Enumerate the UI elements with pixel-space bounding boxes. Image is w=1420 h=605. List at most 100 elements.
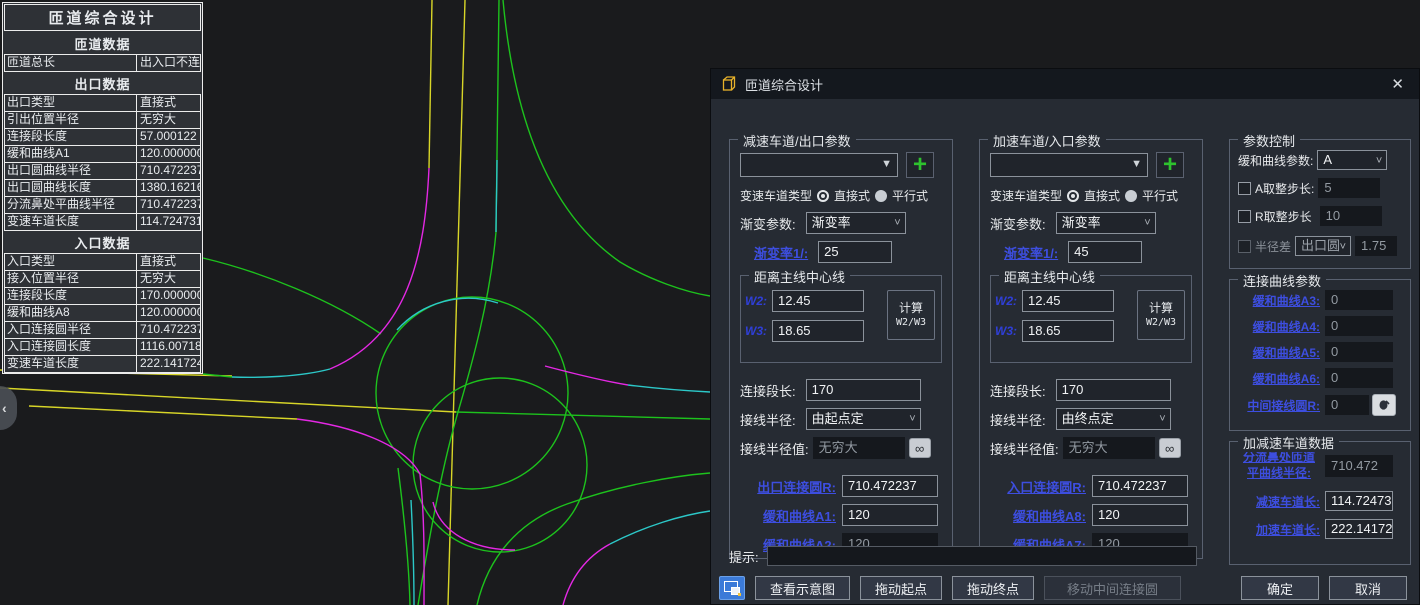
gradient-param-label: 渐变参数: [740, 214, 796, 233]
r-step-checkbox[interactable] [1238, 210, 1251, 223]
infinity-button[interactable]: ∞ [909, 438, 931, 458]
entrance-circle-input[interactable]: 710.472237 [1092, 475, 1188, 497]
plus-icon: + [1163, 153, 1177, 177]
gradient-param-select[interactable]: 渐变率 ˅ [806, 212, 906, 234]
w3-input[interactable]: 18.65 [1022, 320, 1114, 342]
spiral-a1-input[interactable]: 120 [842, 504, 938, 526]
a-step-checkbox[interactable] [1238, 182, 1251, 195]
radius-mode-select[interactable]: 由终点定 ˅ [1056, 408, 1171, 430]
nose-radius-link[interactable]: 分流鼻处匝道平曲线半径: [1238, 450, 1320, 481]
radius-value-label: 接线半径值: [990, 439, 1059, 458]
table-row: 缓和曲线A8120.000000 [5, 305, 200, 322]
nose-radius-input: 710.472 [1325, 455, 1393, 477]
app-cube-icon [721, 76, 737, 92]
infinity-button[interactable]: ∞ [1159, 438, 1181, 458]
spiral-a6-input: 0 [1325, 368, 1393, 388]
cancel-button[interactable]: 取消 [1329, 576, 1407, 600]
spiral-param-select[interactable]: A ˅ [1317, 150, 1387, 170]
section-header-exit: 出口数据 [3, 72, 202, 94]
gradient-param-select[interactable]: 渐变率 ˅ [1056, 212, 1156, 234]
connect-curves-title: 连接曲线参数 [1238, 271, 1326, 290]
radius-mode-label: 接线半径: [740, 410, 796, 429]
spiral-a6-link[interactable]: 缓和曲线A6: [1238, 370, 1320, 387]
decel-panel-title: 减速车道/出口参数 [738, 131, 856, 150]
spiral-a3-input: 0 [1325, 290, 1393, 310]
connect-len-label: 连接段长: [990, 381, 1046, 400]
spiral-a1-link[interactable]: 缓和曲线A1: [740, 506, 836, 525]
close-icon[interactable]: ✕ [1386, 75, 1409, 93]
drag-end-button[interactable]: 拖动终点 [952, 576, 1034, 600]
distance-group: 距离主线中心线 W2: 12.45 W3: 18.65 [990, 275, 1192, 363]
ok-button[interactable]: 确定 [1241, 576, 1319, 600]
accel-length-input[interactable]: 222.141724 [1325, 519, 1393, 539]
radius-diff-select[interactable]: 出口圆 ˅ [1295, 236, 1351, 256]
chevron-down-icon: ˅ [1376, 151, 1382, 170]
a-step-input: 5 [1318, 178, 1380, 198]
calc-w2w3-button[interactable]: 计算 W2/W3 [887, 290, 935, 340]
accel-length-link[interactable]: 加速车道长: [1238, 521, 1320, 538]
infinity-icon: ∞ [1165, 442, 1174, 455]
lane-data-title: 加减速车道数据 [1238, 433, 1339, 452]
radio-parallel-label[interactable]: 平行式 [1142, 187, 1178, 204]
view-sketch-button[interactable]: 查看示意图 [755, 576, 850, 600]
w3-input[interactable]: 18.65 [772, 320, 864, 342]
table-row: 出口圆曲线长度1380.162168 [5, 180, 200, 197]
middle-circle-link[interactable]: 中间接线圆R: [1238, 397, 1320, 414]
radio-parallel[interactable] [1125, 190, 1137, 202]
table-row: 出口圆曲线半径710.472237 [5, 163, 200, 180]
decel-preset-combobox[interactable]: ▼ [740, 153, 898, 177]
spiral-a3-link[interactable]: 缓和曲线A3: [1238, 292, 1320, 309]
radio-direct-label[interactable]: 直接式 [834, 187, 870, 204]
gradient-rate-link[interactable]: 渐变率1/: [754, 243, 808, 262]
gradient-rate-input[interactable]: 45 [1068, 241, 1142, 263]
dropdown-arrow-icon: ▼ [1131, 158, 1142, 170]
section-header-entrance: 入口数据 [3, 231, 202, 253]
drag-start-button[interactable]: 拖动起点 [860, 576, 942, 600]
entrance-circle-link[interactable]: 入口连接圆R: [990, 477, 1086, 496]
w2-input[interactable]: 12.45 [1022, 290, 1114, 312]
decel-length-link[interactable]: 减速车道长: [1238, 493, 1320, 510]
chevron-down-icon: ˅ [1340, 237, 1346, 256]
accel-preset-combobox[interactable]: ▼ [990, 153, 1148, 177]
radio-direct[interactable] [1067, 190, 1079, 202]
spiral-param-label: 缓和曲线参数: [1238, 152, 1313, 169]
toggle-preview-button[interactable] [719, 576, 745, 600]
exit-circle-input[interactable]: 710.472237 [842, 475, 938, 497]
param-control-panel: 参数控制 缓和曲线参数: A ˅ A取整步长: 5 R取整步长 [1229, 139, 1411, 269]
w3-label: W3: [995, 324, 1017, 338]
pick-on-screen-button[interactable] [1372, 394, 1396, 416]
gradient-rate-link[interactable]: 渐变率1/: [1004, 243, 1058, 262]
w2-input[interactable]: 12.45 [772, 290, 864, 312]
chevron-down-icon: ˅ [894, 213, 900, 233]
decel-length-input[interactable]: 114.724731 [1325, 491, 1393, 511]
spiral-a5-link[interactable]: 缓和曲线A5: [1238, 344, 1320, 361]
connect-len-input[interactable]: 170 [1056, 379, 1171, 401]
spiral-a4-link[interactable]: 缓和曲线A4: [1238, 318, 1320, 335]
radio-parallel-label[interactable]: 平行式 [892, 187, 928, 204]
radius-diff-label: 半径差 [1255, 238, 1291, 255]
chevron-down-icon: ˅ [1159, 409, 1165, 429]
radio-direct-label[interactable]: 直接式 [1084, 187, 1120, 204]
gradient-rate-input[interactable]: 25 [818, 241, 892, 263]
spiral-a8-link[interactable]: 缓和曲线A8: [990, 506, 1086, 525]
w2-label: W2: [995, 294, 1017, 308]
radius-value-input: 无穷大 [1063, 437, 1155, 459]
calc-w2w3-button[interactable]: 计算 W2/W3 [1137, 290, 1185, 340]
radio-parallel[interactable] [875, 190, 887, 202]
dialog-title: 匝道综合设计 [745, 75, 1378, 94]
radius-diff-checkbox[interactable] [1238, 240, 1251, 253]
table-row: 变速车道长度114.724731 [5, 214, 200, 230]
connect-len-input[interactable]: 170 [806, 379, 921, 401]
spiral-a5-input: 0 [1325, 342, 1393, 362]
dialog-titlebar[interactable]: 匝道综合设计 ✕ [711, 69, 1419, 99]
add-preset-button[interactable]: + [906, 152, 934, 178]
radio-direct[interactable] [817, 190, 829, 202]
exit-circle-link[interactable]: 出口连接圆R: [740, 477, 836, 496]
ramp-data-table: 匝道综合设计 匝道数据 匝道总长 出入口不连续 出口数据 出口类型直接式 引出位… [2, 2, 203, 374]
hint-row: 提示: [729, 546, 1197, 566]
infinity-icon: ∞ [915, 442, 924, 455]
lane-data-panel: 加减速车道数据 分流鼻处匝道平曲线半径: 710.472 减速车道长: 114.… [1229, 441, 1411, 565]
add-preset-button[interactable]: + [1156, 152, 1184, 178]
radius-mode-select[interactable]: 由起点定 ˅ [806, 408, 921, 430]
spiral-a8-input[interactable]: 120 [1092, 504, 1188, 526]
